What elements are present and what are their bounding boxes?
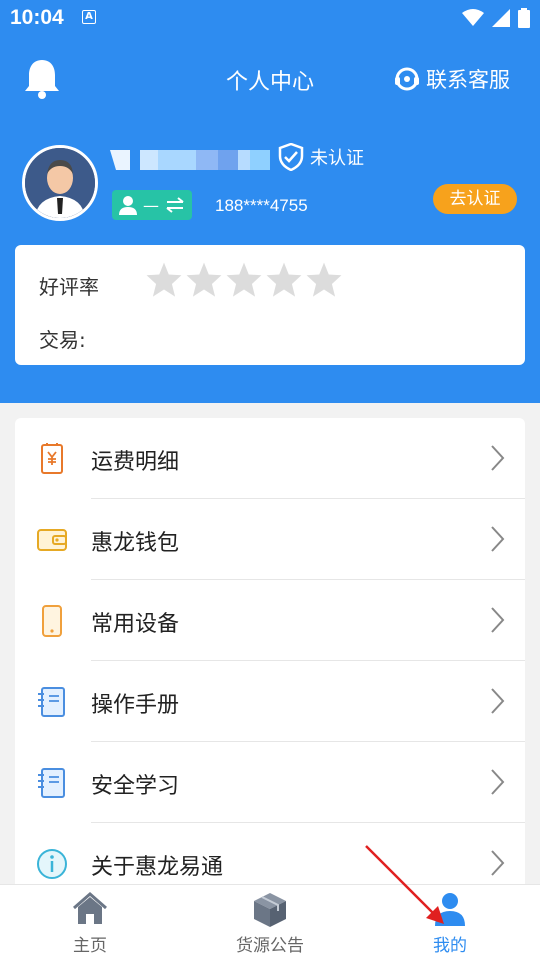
trade-label: 交易:: [39, 328, 86, 352]
star-icon: [266, 262, 302, 297]
star-icon: [226, 262, 262, 297]
bottom-tab-bar: 主页 货源公告 我的: [0, 884, 540, 960]
status-bar: 10:04 A: [0, 0, 540, 36]
menu-list: 运费明细 惠龙钱包 常用设备 操作手册 安全学习 关于惠龙易通: [15, 418, 525, 898]
go-verify-button[interactable]: 去认证: [433, 184, 517, 214]
chevron-right-icon: [491, 445, 505, 471]
rating-label: 好评率: [39, 275, 99, 299]
tab-cargo-notice[interactable]: 货源公告: [180, 885, 360, 960]
rating-card: 好评率 交易:: [15, 245, 525, 365]
contact-service-label: 联系客服: [426, 68, 510, 92]
verify-status: 未认证: [278, 143, 364, 171]
menu-item-manual[interactable]: 操作手册: [15, 661, 525, 742]
battery-icon: [518, 8, 530, 28]
tab-label: 我的: [433, 936, 467, 956]
menu-item-label: 运费明细: [91, 450, 180, 475]
cargo-box-icon: [254, 893, 286, 927]
menu-item-label: 关于惠龙易通: [91, 855, 224, 880]
top-header: 个人中心 联系客服: [0, 50, 540, 108]
menu-item-devices[interactable]: 常用设备: [15, 580, 525, 661]
menu-item-label: 常用设备: [91, 612, 180, 637]
star-icon: [146, 262, 182, 297]
phone-device-icon: [42, 605, 62, 637]
wallet-icon: [37, 529, 67, 551]
menu-item-label: 惠龙钱包: [91, 531, 180, 556]
menu-item-label: 操作手册: [91, 693, 180, 718]
contact-service-button[interactable]: 联系客服: [394, 64, 510, 94]
signal-icon: [492, 9, 510, 27]
menu-item-label: 安全学习: [91, 774, 180, 799]
star-icon: [306, 262, 342, 297]
person-icon: [119, 196, 137, 215]
tab-label: 货源公告: [236, 936, 304, 956]
menu-item-wallet[interactable]: 惠龙钱包: [15, 499, 525, 580]
role-switch-badge[interactable]: —: [112, 190, 192, 220]
notification-a-icon: A: [82, 10, 96, 24]
freight-receipt-icon: [41, 443, 63, 474]
info-icon: [37, 849, 67, 879]
phone-number: 188****4755: [215, 196, 308, 215]
tab-home[interactable]: 主页: [0, 885, 180, 960]
status-time: 10:04: [10, 6, 64, 29]
verify-status-label: 未认证: [310, 148, 364, 169]
status-icons: [462, 8, 530, 28]
role-label: —: [143, 195, 159, 215]
chevron-right-icon: [491, 850, 505, 876]
star-icon: [186, 262, 222, 297]
avatar[interactable]: [22, 145, 98, 221]
tab-mine[interactable]: 我的: [360, 885, 540, 960]
headset-icon: [395, 67, 419, 91]
manual-book-icon: [38, 687, 65, 717]
user-name-masked: [110, 150, 270, 170]
chevron-right-icon: [491, 688, 505, 714]
chevron-right-icon: [491, 526, 505, 552]
user-icon: [435, 893, 465, 926]
swap-arrows-icon: [166, 197, 184, 213]
safety-book-icon: [38, 768, 65, 798]
shield-check-icon: [278, 143, 304, 171]
avatar-person-icon: [25, 148, 95, 218]
tab-label: 主页: [73, 936, 107, 956]
star-rating: [145, 261, 343, 299]
chevron-right-icon: [491, 769, 505, 795]
menu-item-safety-learning[interactable]: 安全学习: [15, 742, 525, 823]
wifi-icon: [462, 9, 484, 26]
chevron-right-icon: [491, 607, 505, 633]
home-icon: [73, 892, 107, 924]
menu-item-freight-detail[interactable]: 运费明细: [15, 418, 525, 499]
